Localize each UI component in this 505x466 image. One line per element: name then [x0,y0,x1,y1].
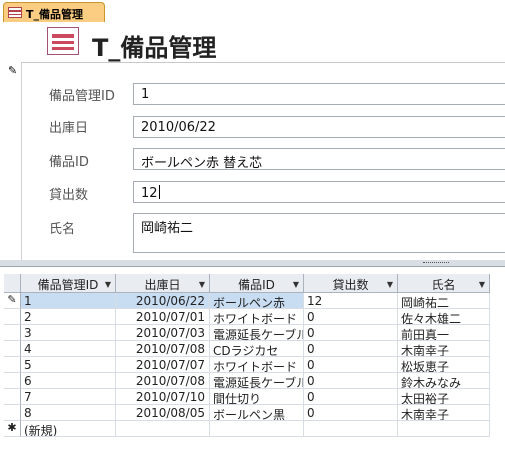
table-row[interactable]: 4 2010/07/08 CDラジカセ 0 木南幸子 [4,341,505,357]
table-row[interactable]: 3 2010/07/03 電源延長ケーブル 0 前田真一 [4,325,505,341]
table-cell-item[interactable]: 電源延長ケーブル [210,373,304,389]
table-cell-qty[interactable]: 0 [304,373,398,389]
table-cell-date[interactable]: 2010/07/07 [116,357,210,373]
table-cell-name[interactable]: 鈴木みなみ [398,373,490,389]
table-row[interactable]: 6 2010/07/08 電源延長ケーブル 0 鈴木みなみ [4,373,505,389]
table-cell-date[interactable]: 2010/07/08 [116,373,210,389]
column-header-id[interactable]: 備品管理ID ▼ [21,274,116,293]
pencil-icon: ✎ [8,64,18,77]
column-header-item[interactable]: 備品ID ▼ [210,274,304,293]
table-cell-item[interactable]: ボールペン赤 [210,293,304,309]
tab-label: T_備品管理 [26,8,84,21]
row-selector[interactable] [4,309,21,325]
table-cell-item[interactable]: 間仕切り [210,389,304,405]
dropdown-arrow-icon[interactable]: ▼ [387,280,393,289]
table-cell-date[interactable]: 2010/07/01 [116,309,210,325]
splitter-grip[interactable] [423,262,449,265]
record-selector[interactable] [5,62,22,260]
text-caret [158,185,160,199]
page-title: T_備品管理 [92,34,217,62]
table-cell-qty[interactable]: 12 [304,293,398,309]
table-cell-qty[interactable]: 0 [304,389,398,405]
dropdown-arrow-icon[interactable]: ▼ [199,280,205,289]
table-cell-qty[interactable]: 0 [304,309,398,325]
table-cell-date[interactable]: 2010/08/05 [116,405,210,421]
label-kashidashi-su: 貸出数 [49,188,89,203]
column-header-qty[interactable]: 貸出数 ▼ [304,274,398,293]
table-cell-item[interactable]: ボールペン黒 [210,405,304,421]
form-icon [8,7,22,18]
table-row[interactable]: 2 2010/07/01 ホワイトボード 0 佐々木雄二 [4,309,505,325]
label-shimei: 氏名 [49,222,76,237]
label-shukko-bi: 出庫日 [49,121,89,136]
bihin-kanri-id-field[interactable]: 1 [133,83,505,105]
table-row[interactable]: 5 2010/07/07 ホワイトボード 0 松坂恵子 [4,357,505,373]
table-cell-id[interactable]: 2 [21,309,116,325]
kashidashi-su-field[interactable]: 12 [133,181,505,203]
column-header-date[interactable]: 出庫日 ▼ [116,274,210,293]
table-cell-name[interactable]: 前田真一 [398,325,490,341]
row-selector[interactable] [4,405,21,421]
table-cell-date[interactable]: 2010/06/22 [116,293,210,309]
table-cell-date[interactable]: 2010/07/10 [116,389,210,405]
table-cell-qty[interactable]: 0 [304,405,398,421]
table-cell-empty[interactable] [304,421,398,437]
table-cell-id[interactable]: 8 [21,405,116,421]
table-cell-name[interactable]: 木南幸子 [398,341,490,357]
label-bihin-id: 備品ID [49,155,89,170]
table-cell-item[interactable]: 電源延長ケーブル [210,325,304,341]
dropdown-arrow-icon[interactable]: ▼ [479,280,485,289]
table-cell-qty[interactable]: 0 [304,325,398,341]
table-cell-item[interactable]: ホワイトボード [210,357,304,373]
tab-t-bihin-kanri[interactable]: T_備品管理 [3,2,105,23]
table-row[interactable]: ✎ 1 2010/06/22 ボールペン赤 12 岡崎祐二 [4,293,505,309]
table-cell-id[interactable]: 3 [21,325,116,341]
table-cell-empty[interactable] [116,421,210,437]
row-selector[interactable] [4,325,21,341]
new-record-label[interactable]: (新規) [21,421,116,437]
table-cell-id[interactable]: 7 [21,389,116,405]
table-row[interactable]: 8 2010/08/05 ボールペン黒 0 木南幸子 [4,405,505,421]
table-cell-id[interactable]: 6 [21,373,116,389]
table-cell-id[interactable]: 5 [21,357,116,373]
table-cell-date[interactable]: 2010/07/03 [116,325,210,341]
table-cell-id[interactable]: 1 [21,293,116,309]
bihin-id-field[interactable]: ボールペン赤 替え芯 [133,148,505,171]
table-cell-qty[interactable]: 0 [304,341,398,357]
row-selector[interactable] [4,373,21,389]
form-icon [47,27,79,55]
table-cell-item[interactable]: ホワイトボード [210,309,304,325]
table-cell-empty[interactable] [398,421,490,437]
row-selector[interactable] [4,341,21,357]
dropdown-arrow-icon[interactable]: ▼ [105,280,111,289]
table-cell-item[interactable]: CDラジカセ [210,341,304,357]
table-cell-name[interactable]: 松坂恵子 [398,357,490,373]
form-header: T_備品管理 [0,22,505,62]
table-cell-qty[interactable]: 0 [304,357,398,373]
shimei-field[interactable]: 岡崎祐二 [133,213,505,253]
new-record-row[interactable]: ✱ (新規) [4,421,505,437]
pencil-icon[interactable]: ✎ [4,293,21,309]
dropdown-arrow-icon[interactable]: ▼ [293,280,299,289]
document-tab-bar: T_備品管理 [0,0,505,23]
label-bihin-kanri-id: 備品管理ID [49,89,115,104]
shukko-bi-field[interactable]: 2010/06/22 [133,116,505,138]
row-selector[interactable] [4,357,21,373]
table-cell-name[interactable]: 岡崎祐二 [398,293,490,309]
select-all-cell[interactable] [4,274,21,293]
table-cell-name[interactable]: 佐々木雄二 [398,309,490,325]
row-selector[interactable] [4,389,21,405]
new-record-icon: ✱ [4,421,21,437]
table-row[interactable]: 7 2010/07/10 間仕切り 0 太田裕子 [4,389,505,405]
table-cell-date[interactable]: 2010/07/08 [116,341,210,357]
table-cell-empty[interactable] [210,421,304,437]
table-cell-id[interactable]: 4 [21,341,116,357]
table-cell-name[interactable]: 木南幸子 [398,405,490,421]
table-cell-name[interactable]: 太田裕子 [398,389,490,405]
column-header-name[interactable]: 氏名 ▼ [398,274,490,293]
